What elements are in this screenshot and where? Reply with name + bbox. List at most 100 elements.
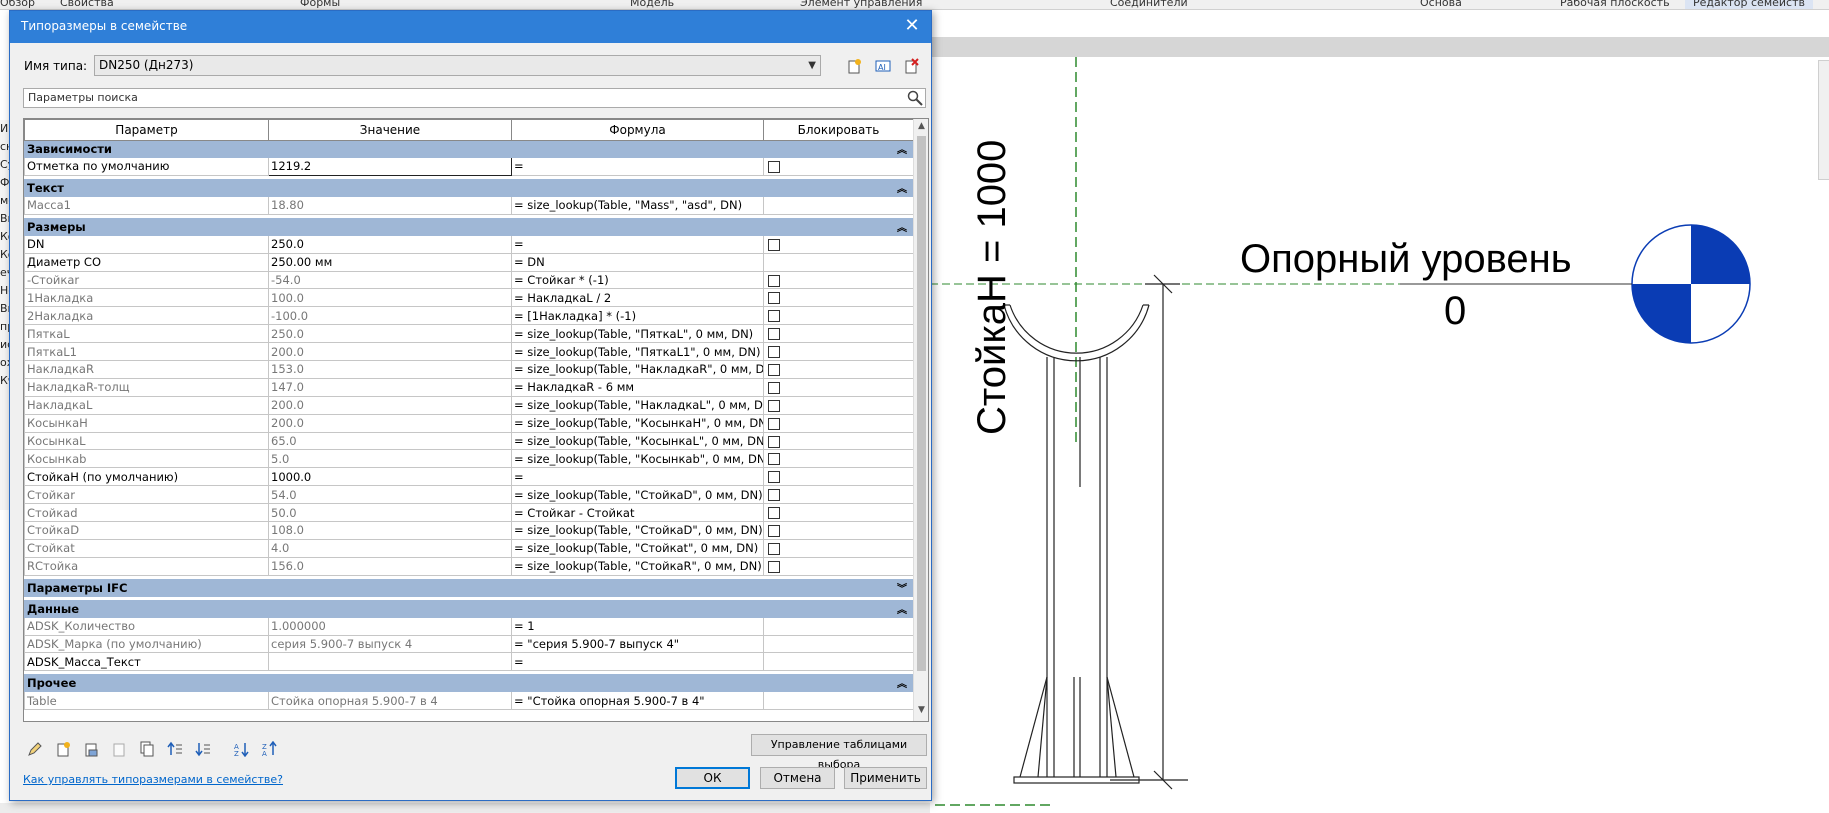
parameter-name-cell[interactable]: СтойкаH (по умолчанию)	[24, 467, 269, 487]
parameter-name-cell[interactable]: НакладкаR	[24, 360, 269, 379]
grid-scrollbar[interactable]: ▲ ▼	[913, 119, 928, 721]
parameter-name-cell[interactable]: ADSK_Количество	[24, 616, 269, 636]
parameter-value-cell[interactable]: 5.0	[268, 449, 512, 469]
scrollbar-thumb[interactable]	[917, 136, 926, 671]
parameter-formula-cell[interactable]: = size_lookup(Table, "СтойкаD", 0 мм, DN…	[511, 521, 764, 540]
ribbon-tab[interactable]: Основа	[1420, 0, 1462, 9]
parameter-formula-cell[interactable]: = Стойкаr - Стойкаt	[511, 503, 764, 523]
ribbon-tab[interactable]: Элемент управления	[800, 0, 922, 9]
parameter-value-cell[interactable]: 1219.2	[268, 157, 512, 176]
lock-checkbox[interactable]	[768, 417, 780, 430]
ribbon-tab[interactable]: Рабочая плоскость	[1560, 0, 1670, 9]
collapse-chevron-icon[interactable]: ︽	[897, 676, 907, 690]
parameter-formula-cell[interactable]: = "серия 5.900-7 выпуск 4"	[511, 634, 764, 654]
manage-lookup-tables-button[interactable]: Управление таблицами выбора	[751, 734, 927, 771]
lock-checkbox[interactable]	[768, 346, 780, 359]
dialog-titlebar[interactable]: Типоразмеры в семействе ✕	[10, 11, 931, 43]
parameter-formula-cell[interactable]: = "Стойка опорная 5.900-7 в 4"	[511, 691, 764, 711]
column-header-value[interactable]: Значение	[268, 119, 512, 141]
ribbon-tab[interactable]: Редактор семейств	[1685, 0, 1813, 9]
column-header-formula[interactable]: Формула	[511, 119, 764, 141]
parameter-value-cell[interactable]: 153.0	[268, 360, 512, 379]
parameter-name-cell[interactable]: СтойкаD	[24, 521, 269, 540]
lock-checkbox[interactable]	[768, 328, 780, 341]
parameter-name-cell[interactable]: ПяткаL	[24, 324, 269, 344]
type-name-dropdown[interactable]: DN250 (Дн273) ▼	[94, 55, 821, 76]
dimension-label[interactable]: СтойкаH = 1000	[970, 140, 1015, 435]
parameter-value-cell[interactable]: серия 5.900-7 выпуск 4	[268, 634, 512, 654]
parameter-formula-cell[interactable]: =	[511, 157, 764, 176]
parameter-formula-cell[interactable]: = size_lookup(Table, "Стойкаt", 0 мм, DN…	[511, 538, 764, 558]
sort-descending-button[interactable]: ZA	[259, 738, 281, 760]
lock-checkbox[interactable]	[768, 560, 780, 573]
search-input[interactable]: Параметры поиска	[23, 88, 926, 108]
level-name-label[interactable]: Опорный уровень	[1240, 237, 1572, 282]
search-icon[interactable]	[907, 90, 923, 112]
parameter-name-cell[interactable]: Косынкаb	[24, 449, 269, 469]
new-type-button[interactable]	[843, 55, 865, 77]
parameter-name-cell[interactable]: Стойкаd	[24, 503, 269, 523]
edit-parameter-button[interactable]	[24, 738, 46, 760]
parameter-value-cell[interactable]: 1000.0	[268, 467, 512, 487]
lock-checkbox[interactable]	[768, 292, 780, 305]
parameter-name-cell[interactable]: КосынкаH	[24, 413, 269, 433]
lock-checkbox[interactable]	[768, 160, 780, 173]
ribbon-tab[interactable]: Формы	[300, 0, 340, 9]
parameter-name-cell[interactable]: 2Накладка	[24, 306, 269, 326]
parameter-formula-cell[interactable]: = 1	[511, 616, 764, 636]
lock-checkbox[interactable]	[768, 310, 780, 323]
parameter-value-cell[interactable]: 65.0	[268, 431, 512, 451]
apply-button[interactable]: Применить	[844, 767, 927, 789]
parameter-value-cell[interactable]: 250.0	[268, 324, 512, 344]
ribbon-tab[interactable]: Свойства	[60, 0, 114, 9]
lock-checkbox[interactable]	[768, 471, 780, 484]
parameter-value-cell[interactable]: 108.0	[268, 521, 512, 540]
parameter-name-cell[interactable]: Стойкаr	[24, 485, 269, 505]
parameter-name-cell[interactable]: Диаметр СО	[24, 252, 269, 272]
parameter-formula-cell[interactable]: = Стойкаr * (-1)	[511, 270, 764, 290]
parameter-name-cell[interactable]: Отметка по умолчанию	[24, 157, 269, 176]
lock-checkbox[interactable]	[768, 363, 780, 376]
lock-checkbox[interactable]	[768, 524, 780, 537]
parameter-group-header[interactable]: Прочее ︽	[24, 674, 914, 693]
column-header-parameter[interactable]: Параметр	[24, 119, 269, 141]
parameter-value-cell[interactable]: 1.000000	[268, 616, 512, 636]
close-icon[interactable]: ✕	[901, 15, 923, 37]
parameter-formula-cell[interactable]: = size_lookup(Table, "СтойкаD", 0 мм, DN…	[511, 485, 764, 505]
parameter-formula-cell[interactable]: = size_lookup(Table, "ПяткаL1", 0 мм, DN…	[511, 342, 764, 362]
parameter-value-cell[interactable]: 18.80	[268, 195, 512, 215]
parameter-name-cell[interactable]: DN	[24, 234, 269, 254]
ok-button[interactable]: ОК	[675, 767, 750, 789]
collapse-chevron-icon[interactable]: ︽	[897, 601, 907, 616]
parameter-name-cell[interactable]: КосынкаL	[24, 431, 269, 451]
parameter-name-cell[interactable]: RСтойка	[24, 556, 269, 576]
move-down-button[interactable]	[192, 738, 214, 760]
parameter-value-cell[interactable]: Стойка опорная 5.900-7 в 4	[268, 691, 512, 711]
parameter-formula-cell[interactable]: =	[511, 234, 764, 254]
parameter-formula-cell[interactable]: = size_lookup(Table, "Косынкаb", 0 мм, D…	[511, 449, 764, 469]
parameter-formula-cell[interactable]: = size_lookup(Table, "НакладкаR", 0 мм, …	[511, 360, 764, 379]
collapse-chevron-icon[interactable]: ︽	[897, 180, 907, 195]
scroll-up-icon[interactable]: ▲	[914, 121, 928, 135]
parameter-value-cell[interactable]	[268, 652, 512, 672]
parameter-name-cell[interactable]: -Стойкаr	[24, 270, 269, 290]
lock-checkbox[interactable]	[768, 542, 780, 555]
parameter-value-cell[interactable]: -100.0	[268, 306, 512, 326]
parameter-formula-cell[interactable]: = size_lookup(Table, "СтойкаR", 0 мм, DN…	[511, 556, 764, 576]
delete-parameter-button[interactable]	[80, 738, 102, 760]
drawing-canvas[interactable]: Опорный уровень 0 СтойкаH = 1000	[930, 57, 1829, 813]
paste-parameter-button[interactable]	[136, 738, 158, 760]
rename-type-button[interactable]: AI	[872, 55, 894, 77]
parameter-formula-cell[interactable]: = size_lookup(Table, "ПяткаL", 0 мм, DN)	[511, 324, 764, 344]
parameter-group-header[interactable]: Текст ︽	[24, 178, 914, 197]
lock-checkbox[interactable]	[768, 238, 780, 251]
parameter-value-cell[interactable]: 200.0	[268, 395, 512, 415]
parameter-formula-cell[interactable]: = size_lookup(Table, "КосынкаL", 0 мм, D…	[511, 431, 764, 451]
collapse-chevron-icon[interactable]: ︽	[897, 219, 907, 234]
parameter-formula-cell[interactable]: = НакладкаR - 6 мм	[511, 377, 764, 397]
parameter-value-cell[interactable]: 156.0	[268, 556, 512, 576]
parameter-name-cell[interactable]: Масса1	[24, 195, 269, 215]
new-parameter-button[interactable]	[52, 738, 74, 760]
level-elevation-label[interactable]: 0	[1444, 289, 1466, 334]
parameter-formula-cell[interactable]: = size_lookup(Table, "КосынкаH", 0 мм, D…	[511, 413, 764, 433]
